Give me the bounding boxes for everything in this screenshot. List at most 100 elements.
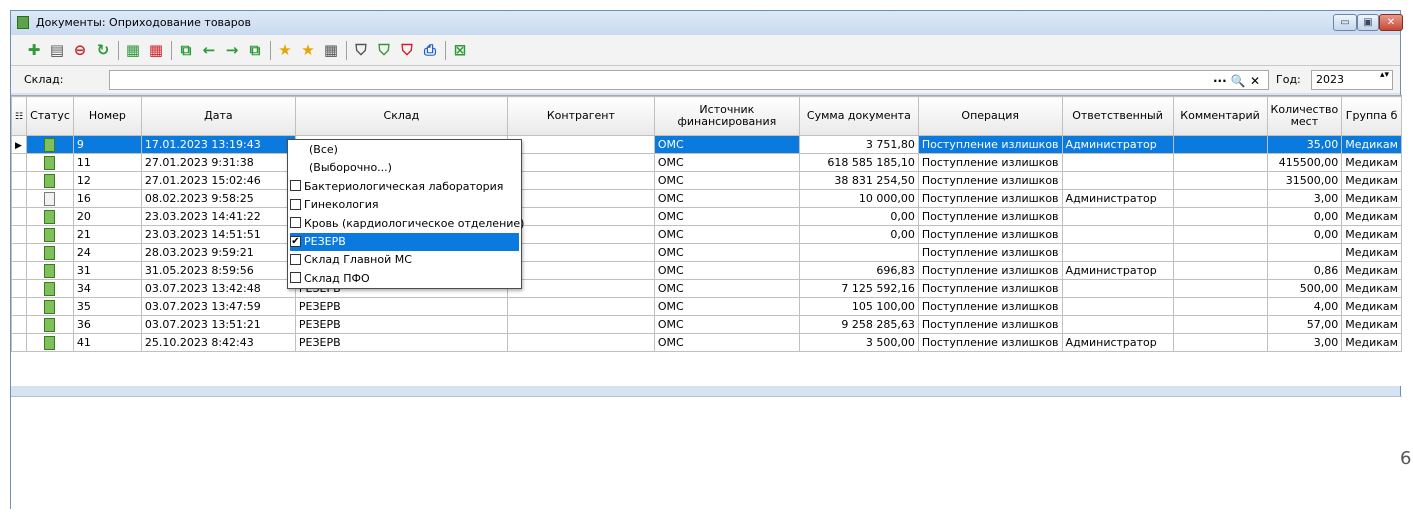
cell-date[interactable]: 08.02.2023 9:58:25 [140,189,296,208]
cell-sum[interactable]: 7 125 592,16 [798,279,919,298]
cell-date[interactable]: 03.07.2023 13:42:48 [140,279,296,298]
table-row[interactable]: 21 23.03.2023 14:51:51 ОМС 0,00 Поступление … [11,225,1402,244]
cell-kontr[interactable] [506,225,655,244]
cell-comment[interactable] [1172,261,1268,280]
cell-group[interactable]: Медикам [1341,207,1402,226]
edit-icon[interactable]: ▤ [48,41,66,59]
cell-resp[interactable]: Администратор [1061,189,1174,208]
cell-num[interactable]: 9 [72,135,142,154]
dropdown-item[interactable]: ✔ РЕЗЕРВ [290,233,519,251]
star-icon[interactable]: ★ [299,41,317,59]
column-header[interactable]: Ответственный [1061,96,1174,136]
cell-qty[interactable]: 57,00 [1266,315,1343,334]
calendar-icon[interactable]: ▦ [322,41,340,59]
cell-num[interactable]: 31 [72,261,142,280]
cell-sklad[interactable]: РЕЗЕРВ [294,315,508,334]
paste-icon[interactable]: ⧉ [246,41,264,59]
cell-comment[interactable] [1172,153,1268,172]
cell-comment[interactable] [1172,315,1268,334]
cell-comment[interactable] [1172,243,1268,262]
dropdown-item[interactable]: Кровь (кардиологическое отделение) [290,215,524,233]
status-cell[interactable] [26,297,74,316]
cell-comment[interactable] [1172,279,1268,298]
status-cell[interactable] [26,243,74,262]
cell-kontr[interactable] [506,333,655,352]
cell-qty[interactable]: 4,00 [1266,297,1343,316]
checkbox[interactable] [290,180,301,192]
cell-sum[interactable]: 9 258 285,63 [798,315,919,334]
row-indicator[interactable]: ▶ [11,135,28,154]
cell-kontr[interactable] [506,207,655,226]
cell-op[interactable]: Поступление излишков [917,279,1063,298]
cell-group[interactable]: Медикам [1341,225,1402,244]
cell-num[interactable]: 41 [72,333,142,352]
cell-op[interactable]: Поступление излишков [917,315,1063,334]
table-row[interactable]: 3403.07.2023 13:42:48РЕЗЕРВОМС7 125 592,… [11,279,1402,298]
cell-date[interactable]: 25.10.2023 8:42:43 [140,333,296,352]
copy-icon[interactable]: ⧉ [177,41,195,59]
column-header[interactable]: Комментарий [1172,96,1268,136]
cell-op[interactable]: Поступление излишков [917,207,1063,226]
sklad-input[interactable]: ··· 🔍 ✕ [109,70,1269,90]
dropdown-item[interactable]: Гинекология [290,196,519,214]
cell-qty[interactable]: 31500,00 [1266,171,1343,190]
cell-kontr[interactable] [506,315,655,334]
cell-num[interactable]: 12 [72,171,142,190]
status-cell[interactable] [26,135,74,154]
status-cell[interactable] [26,225,74,244]
column-header[interactable]: Сумма документа [798,96,919,136]
status-cell[interactable] [26,261,74,280]
row-indicator[interactable] [11,279,28,298]
cell-group[interactable]: Медикам [1341,171,1402,190]
cell-date[interactable]: 31.05.2023 8:59:56 [140,261,296,280]
cell-source[interactable]: ОМС [653,171,800,190]
status-cell[interactable] [26,207,74,226]
year-input[interactable]: 2023 ▴▾ [1311,70,1393,90]
cell-group[interactable]: Медикам [1341,243,1402,262]
row-indicator[interactable] [11,171,28,190]
filter-icon[interactable]: ⛉ [352,41,370,59]
cell-sum[interactable]: 3 500,00 [798,333,919,352]
cell-sum[interactable]: 10 000,00 [798,189,919,208]
cell-group[interactable]: Медикам [1341,333,1402,352]
cell-source[interactable]: ОМС [653,225,800,244]
cell-resp[interactable] [1061,297,1174,316]
report-icon[interactable]: ▦ [124,41,142,59]
row-indicator[interactable] [11,207,28,226]
close-button[interactable]: ✕ [1379,14,1403,31]
row-indicator[interactable] [11,225,28,244]
column-header[interactable]: Источник финансирования [653,96,800,136]
cell-qty[interactable]: 3,00 [1266,189,1343,208]
table-row[interactable]: 16 08.02.2023 9:58:25 ОМС 10 000,00 Поступле… [11,189,1402,208]
star-add-icon[interactable]: ★ [276,41,294,59]
cell-resp[interactable] [1061,243,1174,262]
sklad-filter-dropdown[interactable]: (Все) (Выборочно...) Бактериологическая ла… [287,139,524,289]
cell-sum[interactable]: 3 751,80 [798,135,919,154]
minimize-button[interactable]: ▭ [1333,14,1357,31]
table-row[interactable]: 41 25.10.2023 8:42:43 РЕЗЕРВ ОМС 3 500,00 Пос… [11,333,1402,352]
cell-num[interactable]: 16 [72,189,142,208]
cell-comment[interactable] [1172,135,1268,154]
cell-resp[interactable] [1061,207,1174,226]
filter-clear-icon[interactable]: ⛉ [398,41,416,59]
cell-resp[interactable] [1061,279,1174,298]
column-header[interactable]: Количество мест [1266,96,1343,136]
arrow-right-icon[interactable]: → [223,41,241,59]
cell-resp[interactable]: Администратор [1061,333,1174,352]
column-header[interactable]: Склад [294,96,508,136]
cell-qty[interactable]: 500,00 [1266,279,1343,298]
cell-qty[interactable]: 415500,00 [1266,153,1343,172]
cell-source[interactable]: ОМС [653,315,800,334]
dropdown-item[interactable]: Склад ПФО [290,270,519,288]
cell-sum[interactable]: 105 100,00 [798,297,919,316]
cell-group[interactable]: Медикам [1341,297,1402,316]
cell-date[interactable]: 03.07.2023 13:51:21 [140,315,296,334]
table-row[interactable]: 12 27.01.2023 15:02:46 ОМС 38 831 254,50 Пос… [11,171,1402,190]
cell-qty[interactable]: 0,00 [1266,225,1343,244]
cell-source[interactable]: ОМС [653,207,800,226]
cell-source[interactable]: ОМС [653,279,800,298]
cell-kontr[interactable] [506,135,655,154]
cell-comment[interactable] [1172,207,1268,226]
cell-date[interactable]: 28.03.2023 9:59:21 [140,243,296,262]
report-cancel-icon[interactable]: ▦ [147,41,165,59]
